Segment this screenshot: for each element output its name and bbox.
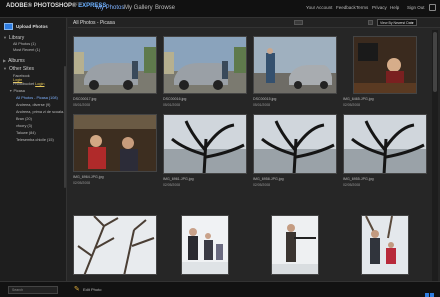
- section-other-sites[interactable]: ▼ Other Sites: [3, 66, 34, 72]
- photo-filename: IMG_6465.JPG.jpg: [343, 97, 374, 101]
- sidebar-item-photobucket[interactable]: Photobucket Login: [13, 82, 44, 86]
- large-thumb-icon[interactable]: [430, 293, 434, 297]
- grid-scrollbar[interactable]: [432, 30, 438, 281]
- photo-date: 05/01/2008: [253, 103, 270, 107]
- photo-date: 02/05/2008: [343, 103, 360, 107]
- sidebar-item-picasa-all[interactable]: All Photos - Picasa (108): [16, 96, 58, 100]
- link-your-account[interactable]: Your Account: [306, 5, 332, 10]
- photobucket-login-link[interactable]: Login: [35, 82, 44, 86]
- sidebar: Upload Photos ▼ Library All Photos (1) Mo…: [0, 18, 67, 281]
- link-privacy[interactable]: Privacy: [372, 5, 387, 10]
- photo-filename: IMG_6958.JPG.jpg: [253, 177, 284, 181]
- pencil-icon[interactable]: ✎: [74, 286, 80, 293]
- photo-date: 02/05/2008: [343, 183, 360, 187]
- collapse-triangle-icon: ▼: [3, 35, 7, 40]
- photo-thumbnail[interactable]: [73, 36, 157, 94]
- photo-date: 02/05/2008: [253, 183, 270, 187]
- section-albums[interactable]: ▶ Albums: [3, 58, 25, 64]
- footer-bar: Search ✎ Edit Photo: [0, 281, 440, 297]
- small-thumb-icon[interactable]: [425, 293, 429, 297]
- sidebar-item-all-photos[interactable]: All Photos (1): [13, 42, 36, 46]
- sidebar-item-picasa-album[interactable]: Taluwe (84): [16, 131, 36, 135]
- photo-thumbnail[interactable]: [163, 36, 247, 94]
- photo-thumbnail[interactable]: [361, 215, 409, 275]
- scrollbar-thumb[interactable]: [433, 32, 437, 92]
- photo-thumbnail[interactable]: [253, 114, 337, 174]
- photo-filename: IMG_6955.JPG.jpg: [343, 177, 374, 181]
- upload-label: Upload Photos: [16, 23, 48, 29]
- expand-triangle-icon: ▶: [3, 58, 7, 63]
- view-by-select[interactable]: View By Newest Date ▼: [377, 19, 417, 26]
- thumbnail-size-icons[interactable]: [425, 286, 435, 297]
- link-help[interactable]: Help: [390, 5, 399, 10]
- app-logo[interactable]: ADOBE® PHOTOSHOP® EXPRESS: [6, 3, 106, 9]
- photo-date: 05/01/2008: [73, 103, 90, 107]
- nav-my-gallery[interactable]: My Gallery: [124, 5, 153, 11]
- chevron-down-icon: ▼: [411, 21, 414, 25]
- edit-photo-label[interactable]: Edit Photo: [83, 287, 101, 292]
- main-panel: All Photos - Picasa View By Newest Date ▼…: [68, 18, 440, 281]
- nav-my-photos[interactable]: My Photos: [96, 5, 124, 11]
- photo-filename: IMG_6961.JPG.jpg: [163, 177, 194, 181]
- photo-date: 02/05/2008: [73, 181, 90, 185]
- sidebar-item-picasa-album[interactable]: Andreea, prima zi de scoala...: [16, 110, 66, 114]
- upload-icon: [4, 22, 13, 30]
- sidebar-item-most-recent[interactable]: Most Recent (1): [13, 48, 40, 52]
- beta-badge: BETA: [73, 2, 82, 6]
- photo-thumbnail[interactable]: [253, 36, 337, 94]
- link-feedback[interactable]: Feedback: [336, 5, 356, 10]
- sidebar-item-picasa-album[interactable]: vfoory (3): [16, 124, 32, 128]
- photo-thumbnail[interactable]: [353, 36, 417, 94]
- photo-filename: DSC00017.jpg: [73, 97, 97, 101]
- app-window: ADOBE® PHOTOSHOP® EXPRESS BETA My Photos…: [0, 0, 440, 297]
- slideshow-icon[interactable]: [294, 20, 303, 25]
- photo-thumbnail[interactable]: [73, 215, 157, 275]
- photo-toolbar: All Photos - Picasa View By Newest Date ▼: [68, 18, 440, 28]
- sidebar-item-facebook[interactable]: Facebook Login: [13, 74, 30, 82]
- link-terms[interactable]: Terms: [356, 5, 368, 10]
- grid-view-icon[interactable]: [368, 20, 373, 25]
- photo-filename: DSC00016.jpg: [163, 97, 187, 101]
- photo-date: 05/01/2008: [163, 103, 180, 107]
- breadcrumb: All Photos - Picasa: [73, 20, 115, 26]
- sidebar-item-picasa-album[interactable]: Bran (20): [16, 117, 32, 121]
- photo-filename: IMG_6964.JPG.jpg: [73, 175, 104, 179]
- photo-filename: DSC00015.jpg: [253, 97, 277, 101]
- sidebar-item-picasa[interactable]: ▼ Picasa: [9, 89, 25, 93]
- photo-thumbnail[interactable]: [181, 215, 229, 275]
- sidebar-item-picasa-album[interactable]: Telesemba chicile (15): [16, 138, 54, 142]
- section-library[interactable]: ▼ Library: [3, 35, 24, 41]
- window-icon[interactable]: [429, 4, 436, 11]
- header-bar: ADOBE® PHOTOSHOP® EXPRESS BETA My Photos…: [0, 0, 440, 18]
- photo-thumbnail[interactable]: [73, 114, 157, 172]
- nav-browse[interactable]: Browse: [155, 5, 175, 11]
- photo-date: 02/05/2008: [163, 183, 180, 187]
- logo-text: ADOBE® PHOTOSHOP®: [6, 3, 79, 9]
- link-sign-out[interactable]: Sign Out: [407, 5, 425, 10]
- sidebar-scrollbar[interactable]: [64, 66, 66, 188]
- photo-grid: DSC00017.jpg 05/01/2008 DSC00016.jpg 05/01/…: [68, 30, 430, 281]
- photo-thumbnail[interactable]: [163, 114, 247, 174]
- search-input[interactable]: Search: [8, 286, 58, 294]
- collapse-triangle-icon: ▼: [3, 66, 7, 71]
- sidebar-item-picasa-album[interactable]: Andreea, diverse (9): [16, 103, 50, 107]
- photo-thumbnail[interactable]: [271, 215, 319, 275]
- upload-photos-button[interactable]: Upload Photos: [4, 21, 62, 31]
- photo-thumbnail[interactable]: [343, 114, 427, 174]
